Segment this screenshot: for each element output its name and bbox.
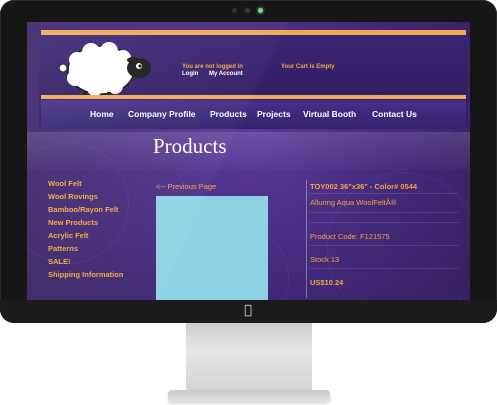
nav-products[interactable]: Products [210,109,247,119]
monitor-stand-base [168,390,330,402]
camera-indicator-light [258,8,263,13]
title-band [27,132,470,170]
sidebar-item-patterns[interactable]: Patterns [48,244,78,253]
sidebar-item-wool-felt[interactable]: Wool Felt [48,179,82,188]
sidebar-item-bamboo-rayon-felt[interactable]: Bamboo/Rayon Felt [48,205,118,214]
sidebar-item-sale[interactable]: SALE! [48,257,71,266]
page-title: Products [153,134,227,158]
login-link[interactable]: Login [182,71,198,77]
stock-count: Stock 13 [310,255,340,264]
nav-home[interactable]: Home [90,109,114,119]
sidebar-item-acrylic-felt[interactable]: Acrylic Felt [48,231,88,240]
product-code: Product Code: F121575 [310,232,390,241]
login-status: You are not logged in [182,64,243,70]
header-top-stripe [41,30,466,35]
sidebar-item-wool-rovings[interactable]: Wool Rovings [48,192,98,201]
apple-logo-icon:  [241,304,255,318]
camera-icon [244,7,251,14]
nav-company-profile[interactable]: Company Profile [128,109,196,119]
header-mid-stripe [41,95,466,99]
ambient-sensor [232,8,237,13]
my-account-link[interactable]: My Account [209,71,243,77]
product-image[interactable] [156,196,268,300]
monitor-stand [186,323,312,393]
product-code-line: TOY002 36"x36" - Color# 0544 [310,182,418,191]
nav-contact-us[interactable]: Contact Us [372,109,417,119]
nav-projects[interactable]: Projects [257,109,291,119]
previous-page-link[interactable]: <-- Previous Page [156,182,216,191]
product-name: Alluring Aqua WoolFeltÂ® [310,198,397,207]
sidebar-item-shipping-information[interactable]: Shipping Information [48,270,123,279]
monitor-screen: You are not logged in Login My Account Y… [27,22,470,300]
sheep-logo[interactable] [57,38,155,100]
cart-status[interactable]: Your Cart Is Empty [281,64,335,70]
detail-divider [306,180,307,298]
product-price: US$10.24 [310,278,344,287]
sidebar-item-new-products[interactable]: New Products [48,218,98,227]
nav-virtual-booth[interactable]: Virtual Booth [303,109,356,119]
